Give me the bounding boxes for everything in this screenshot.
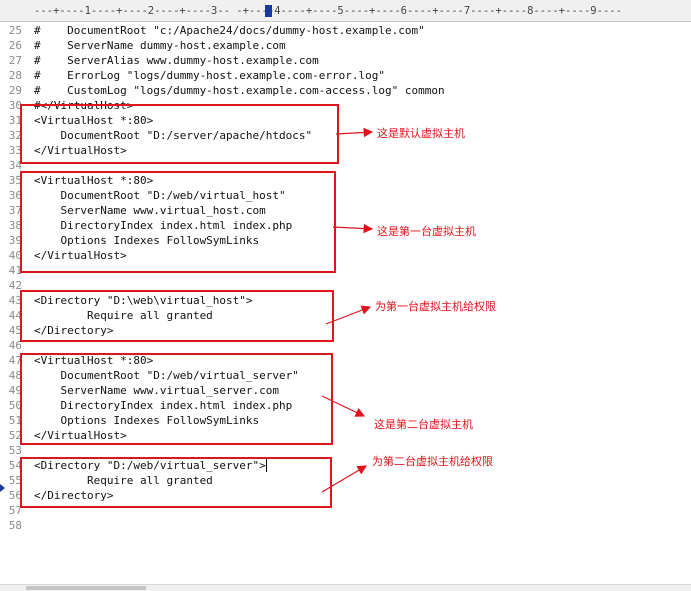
note-first-vhost: 这是第一台虚拟主机 (377, 225, 476, 238)
note-default-vhost: 这是默认虚拟主机 (377, 127, 465, 140)
annotation-arrows (321, 127, 374, 493)
arrow-second-vhost (321, 395, 366, 417)
note-first-directory: 为第一台虚拟主机给权限 (375, 300, 496, 313)
arrow-default-vhost (335, 127, 374, 138)
note-second-directory: 为第二台虚拟主机给权限 (372, 455, 493, 468)
arrow-second-directory (321, 465, 368, 493)
scrollbar-thumb[interactable] (26, 586, 146, 590)
note-second-vhost: 这是第二台虚拟主机 (374, 418, 473, 431)
horizontal-scrollbar[interactable] (0, 584, 691, 591)
arrow-first-vhost (332, 223, 374, 234)
arrow-first-directory (325, 305, 372, 325)
